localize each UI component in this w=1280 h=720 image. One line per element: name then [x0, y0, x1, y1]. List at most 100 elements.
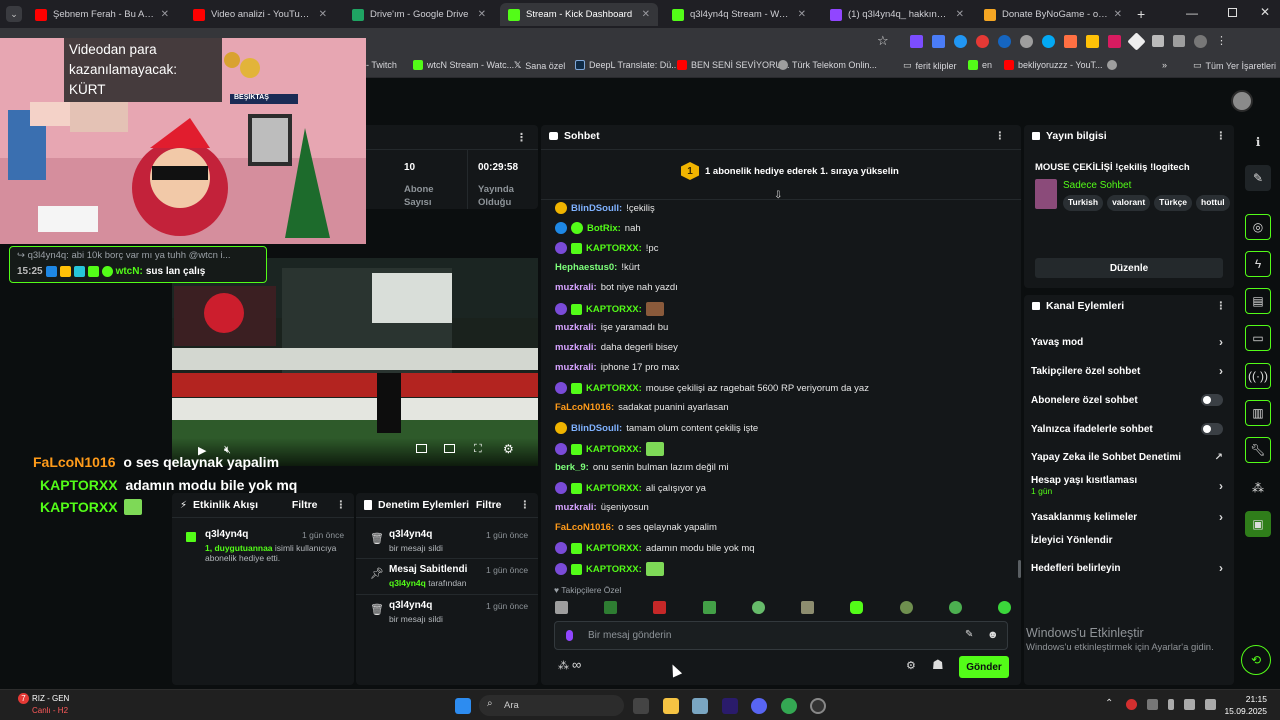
network-icon[interactable]	[1184, 699, 1195, 710]
theater-icon[interactable]	[444, 444, 455, 453]
tag[interactable]: Türkçe	[1154, 195, 1193, 211]
extension-icon[interactable]	[1064, 35, 1077, 48]
chat-message[interactable]: KAPTORXX: ali çalışıyor ya	[555, 482, 706, 494]
extension-icon[interactable]	[910, 35, 923, 48]
extension-icon[interactable]	[998, 35, 1011, 48]
microphone-icon[interactable]	[566, 630, 573, 641]
extension-icon[interactable]	[1020, 35, 1033, 48]
chat-username[interactable]: FaLcoN1016:	[555, 522, 614, 533]
browser-menu-icon[interactable]: ⋮	[1216, 35, 1227, 49]
panel-menu-icon[interactable]: ⋮	[1216, 300, 1227, 312]
chat-username[interactable]: BlinDSoull:	[571, 203, 622, 214]
chat-message[interactable]: Hephaestus0: !kürt	[555, 262, 640, 273]
extension-icon[interactable]	[1127, 32, 1146, 51]
emote-icon[interactable]	[702, 601, 716, 614]
tag[interactable]: hottul	[1196, 195, 1230, 211]
panel-menu-icon[interactable]: ⋮	[520, 499, 531, 511]
bookmark-item[interactable]: BEN SENİ SEVİYORU...	[677, 60, 790, 70]
discord-icon[interactable]	[751, 698, 767, 714]
all-bookmarks-folder[interactable]: ▭ Tüm Yer İşaretleri	[1193, 60, 1276, 71]
close-icon[interactable]: ✕	[161, 9, 169, 20]
infinity-icon[interactable]: ∞	[572, 657, 581, 672]
chat-message[interactable]: BlinDSoull: tamam olum content çekiliş iş…	[555, 422, 758, 434]
lightning-icon[interactable]: ϟ	[1245, 251, 1271, 277]
browser-tab[interactable]: Drive'ım - Google Drive ✕	[344, 3, 494, 26]
clipboard-icon[interactable]: ▤	[1245, 288, 1271, 314]
tray-app-icon[interactable]	[1126, 699, 1137, 710]
extension-icon[interactable]	[976, 35, 989, 48]
wrench-icon[interactable]: 🔧︎	[1245, 437, 1271, 463]
filter-button[interactable]: Filtre	[292, 499, 318, 511]
panel-menu-icon[interactable]: ⋮	[336, 499, 347, 511]
chat-message[interactable]: BotRix: nah	[555, 222, 641, 234]
browser-tab[interactable]: q3l4yn4q Stream - Watch Live o✕	[664, 3, 814, 26]
tray-overflow-icon[interactable]: ⌃	[1105, 698, 1113, 709]
edit-icon[interactable]: ✎	[1245, 165, 1271, 191]
filter-button[interactable]: Filtre	[476, 499, 502, 511]
browser-tab[interactable]: Video analizi - YouTube Studio✕	[185, 3, 335, 26]
tray-app-icon[interactable]	[1147, 699, 1158, 710]
chat-message[interactable]: muzkrali: iphone 17 pro max	[555, 362, 679, 373]
chat-scrollbar[interactable]	[1018, 560, 1021, 578]
channel-action-row[interactable]: Yapay Zeka ile Sohbet Denetimi ↗	[1031, 452, 1223, 463]
close-icon[interactable]: ✕	[956, 9, 964, 20]
apps-icon[interactable]: ⁂	[1245, 475, 1271, 501]
tab-search-icon[interactable]: ⌄	[6, 6, 22, 22]
extension-icon[interactable]	[932, 35, 945, 48]
chat-username[interactable]: muzkrali:	[555, 342, 597, 353]
settings-app-icon[interactable]	[692, 698, 708, 714]
bookmark-item[interactable]: bekliyoruzzz - YouT...	[1004, 60, 1103, 70]
close-icon[interactable]: ✕	[642, 9, 650, 20]
kick-app-icon[interactable]: ▣	[1245, 511, 1271, 537]
profile-avatar-icon[interactable]	[1194, 35, 1207, 48]
weather-widget[interactable]: 7 RIZ - GEN Canlı - H2	[18, 693, 108, 719]
chat-message[interactable]: KAPTORXX:	[555, 562, 664, 576]
user-avatar[interactable]	[1231, 90, 1253, 112]
chat-message[interactable]: muzkrali: daha degerli bisey	[555, 342, 678, 353]
chat-tools-icon[interactable]: ⁂	[558, 659, 569, 672]
panel-menu-icon[interactable]: ⋮	[1216, 130, 1227, 142]
extensions-puzzle-icon[interactable]	[1152, 35, 1164, 47]
file-explorer-icon[interactable]	[663, 698, 679, 714]
layout-icon[interactable]: ▥	[1245, 400, 1271, 426]
premiere-icon[interactable]	[722, 698, 738, 714]
channel-action-row[interactable]: Hesap yaşı kısıtlaması 1 gün ›	[1031, 475, 1223, 496]
browser-tab[interactable]: Şebnem Ferah - Bu Aşk Fazla Sı✕	[27, 3, 177, 26]
chat-username[interactable]: muzkrali:	[555, 282, 597, 293]
chat-icon[interactable]: ▭	[1245, 325, 1271, 351]
clock[interactable]: 21:15 15.09.2025	[1207, 693, 1267, 717]
broadcast-icon[interactable]: ((·))	[1245, 363, 1271, 389]
chat-message[interactable]: KAPTORXX:	[555, 442, 664, 456]
chat-message[interactable]: KAPTORXX: !pc	[555, 242, 658, 254]
chat-settings-icon[interactable]: ⚙	[906, 659, 916, 672]
windows-start-icon[interactable]	[455, 698, 471, 714]
chat-username[interactable]: BotRix:	[587, 223, 621, 234]
channel-action-row[interactable]: Takipçilere özel sohbet ›	[1031, 364, 1223, 378]
emote-icon[interactable]	[555, 601, 568, 614]
tag[interactable]: Turkish	[1063, 195, 1104, 211]
chat-message[interactable]: muzkrali: üşeniyosun	[555, 502, 649, 513]
taskbar-search[interactable]: ⌕ Ara	[479, 695, 624, 716]
stream-preview-panel[interactable]: ▶ 🔇︎ ⛶ ⚙	[172, 258, 538, 466]
emote-icon[interactable]	[653, 601, 667, 614]
channel-action-row[interactable]: Hedefleri belirleyin ›	[1031, 561, 1223, 575]
extension-icon[interactable]	[1086, 35, 1099, 48]
bookmark-item[interactable]	[1107, 60, 1117, 70]
target-icon[interactable]: ◎	[1245, 214, 1271, 240]
emote-icon[interactable]	[604, 601, 618, 614]
chat-message[interactable]: muzkrali: bot niye nah yazdı	[555, 282, 678, 293]
channel-action-row[interactable]: Yasaklanmış kelimeler ›	[1031, 510, 1223, 524]
chat-username[interactable]: FaLcoN1016:	[555, 402, 614, 413]
chat-username[interactable]: muzkrali:	[555, 322, 597, 333]
browser-tab[interactable]: Donate ByNoGame - oyundiyc✕	[976, 3, 1130, 26]
chat-username[interactable]: KAPTORXX:	[586, 483, 642, 494]
browser-tab[interactable]: (1) q3l4yn4q_ hakkında - Twitch✕	[822, 3, 972, 26]
chrome-icon[interactable]	[781, 698, 797, 714]
category-name[interactable]: Sadece Sohbet	[1063, 180, 1131, 191]
emote-icon[interactable]	[997, 601, 1011, 614]
chat-message[interactable]: BlinDSoull: !çekiliş	[555, 202, 655, 214]
chat-message[interactable]: KAPTORXX: adamın modu bile yok mq	[555, 542, 755, 554]
edit-stream-info-button[interactable]: Düzenle	[1035, 258, 1223, 278]
fullscreen-icon[interactable]: ⛶	[474, 443, 482, 456]
bookmark-item[interactable]: DeepL Translate: Dü...	[575, 60, 679, 70]
